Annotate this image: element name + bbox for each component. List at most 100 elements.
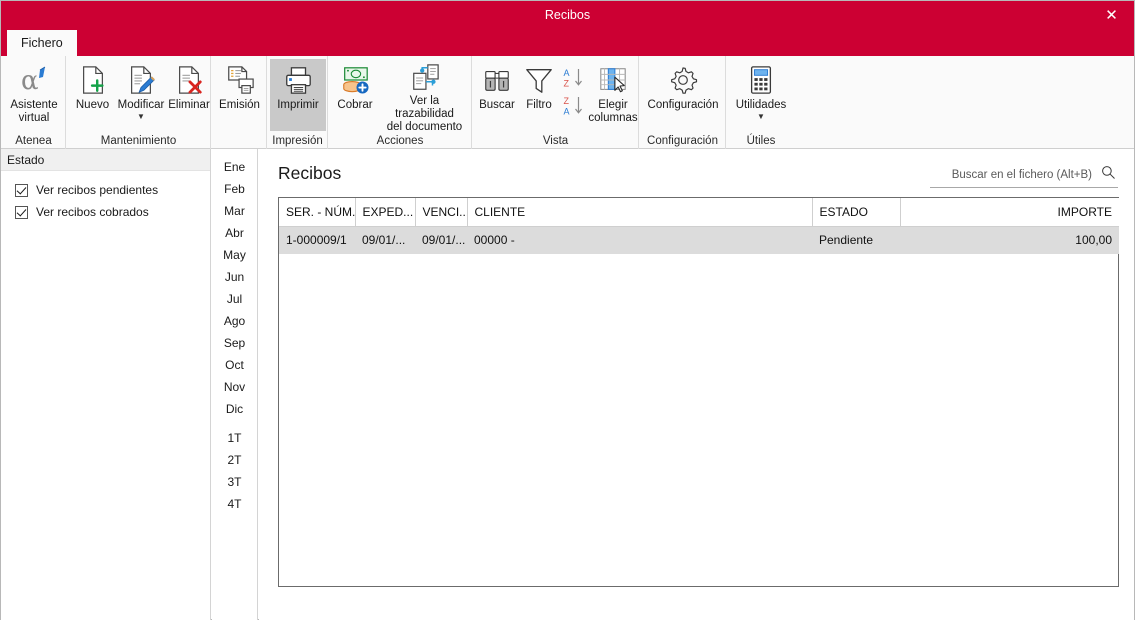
ribbon-button-label: Nuevo: [75, 99, 110, 111]
alpha-icon: α: [5, 63, 63, 97]
checkbox-icon[interactable]: [15, 183, 28, 197]
table-cell-vencimiento: 09/01/...: [422, 233, 466, 248]
month-item-ene[interactable]: Ene: [212, 156, 257, 178]
close-icon[interactable]: ✕: [1089, 1, 1134, 30]
month-item-feb[interactable]: Feb: [212, 178, 257, 200]
tab-fichero[interactable]: Fichero: [7, 30, 77, 56]
ribbon-button-label: Configuración: [647, 99, 719, 111]
ribbon-group-label: Mantenimiento: [100, 135, 177, 147]
ribbon-group-acciones: Cobrar Ver la trazabilidad del documento A…: [329, 56, 472, 149]
svg-text:Z: Z: [564, 96, 570, 106]
edit-document-icon: [115, 63, 167, 97]
month-item-sep[interactable]: Sep: [212, 332, 257, 354]
ribbon-tab-strip: Fichero: [1, 30, 1134, 56]
ribbon-button-label: Utilidades: [735, 99, 787, 111]
quarter-item-3t[interactable]: 3T: [212, 471, 257, 493]
binoculars-icon: [475, 63, 519, 97]
page-title: Recibos: [278, 163, 342, 183]
table-cell-cliente: 00000 -: [474, 233, 515, 248]
ribbon-button-ordenar-az[interactable]: AZ: [561, 62, 587, 90]
month-item-jun[interactable]: Jun: [212, 266, 257, 288]
table-column-header-cliente[interactable]: CLIENTE: [467, 198, 813, 227]
ribbon-button-filtro[interactable]: Filtro: [519, 59, 559, 131]
traceability-icon: [379, 63, 470, 93]
new-document-icon: [70, 63, 115, 97]
ribbon-group-label: Acciones: [376, 135, 424, 147]
table-column-header-importe[interactable]: IMPORTE: [900, 198, 1119, 227]
ribbon-button-imprimir[interactable]: Imprimir: [270, 59, 326, 131]
ribbon-button-emision[interactable]: Emisión: [214, 59, 265, 131]
printer-icon: [270, 63, 326, 97]
ribbon-button-label: Emisión: [219, 99, 260, 111]
ribbon-button-label: Asistente virtual: [10, 99, 58, 124]
ribbon-group-label: Configuración: [647, 135, 718, 147]
ribbon-button-nuevo[interactable]: Nuevo: [70, 59, 115, 131]
ribbon-button-label: Modificar: [117, 99, 165, 111]
chevron-down-icon[interactable]: ▼: [757, 113, 765, 121]
filter-panel-header: Estado: [1, 149, 210, 171]
ribbon-button-label: Filtro: [526, 99, 552, 111]
svg-text:α: α: [21, 66, 39, 96]
search-icon[interactable]: [1098, 165, 1118, 185]
title-bar: Recibos ✕: [1, 1, 1134, 30]
main-content: Recibos SER. - NÚM.EXPED...VENCI...CLIEN…: [259, 149, 1134, 620]
month-item-mar[interactable]: Mar: [212, 200, 257, 222]
table-cell-estado: Pendiente: [819, 233, 874, 248]
filter-checkbox-label: Ver recibos cobrados: [36, 205, 149, 219]
quarter-item-1t[interactable]: 1T: [212, 427, 257, 449]
svg-text:Z: Z: [564, 78, 570, 88]
ribbon-button-ordenar-za[interactable]: ZA: [561, 90, 587, 118]
svg-text:A: A: [564, 106, 570, 116]
chevron-down-icon[interactable]: ▼: [137, 113, 145, 121]
table-cell-importe: 100,00: [1075, 233, 1112, 248]
sort-az-icon: AZ: [561, 66, 587, 90]
month-item-dic[interactable]: Dic: [212, 398, 257, 420]
ribbon-group-impresion: Imprimir Impresión: [268, 56, 328, 149]
ribbon-button-modificar[interactable]: Modificar ▼: [115, 59, 167, 131]
filter-checkbox-list: Ver recibos pendientes Ver recibos cobrad…: [1, 179, 210, 223]
table-body: 1-000009/1 09/01/... 09/01/... 00000 - Pendi…: [279, 226, 1119, 254]
search-input[interactable]: [930, 168, 1098, 182]
filter-checkbox-label: Ver recibos pendientes: [36, 183, 159, 197]
filter-checkbox-0[interactable]: Ver recibos pendientes: [1, 179, 210, 201]
ribbon-group-utiles: Utilidades ▼ Útiles: [727, 56, 795, 149]
ribbon-button-eliminar[interactable]: Eliminar: [167, 59, 211, 131]
delete-document-icon: [167, 63, 211, 97]
filter-checkbox-1[interactable]: Ver recibos cobrados: [1, 201, 210, 223]
month-item-oct[interactable]: Oct: [212, 354, 257, 376]
quarter-item-2t[interactable]: 2T: [212, 449, 257, 471]
window-title: Recibos: [544, 8, 591, 22]
receipts-table: SER. - NÚM. EXPED... VENCI... CLIENTE ESTADO…: [279, 198, 1119, 254]
ribbon-button-configuracion[interactable]: Configuración: [642, 59, 724, 131]
table-column-header-estado[interactable]: ESTADO: [812, 198, 901, 227]
ribbon-button-buscar[interactable]: Buscar: [475, 59, 519, 131]
ribbon-group-atenea: α Asistente virtual Atenea: [2, 56, 66, 149]
checkbox-icon[interactable]: [15, 205, 28, 219]
quarter-item-4t[interactable]: 4T: [212, 493, 257, 515]
ribbon-button-utilidades[interactable]: Utilidades ▼: [729, 59, 793, 131]
ribbon-button-asistente-virtual[interactable]: α Asistente virtual: [5, 59, 63, 131]
ribbon-button-ver-trazabilidad[interactable]: Ver la trazabilidad del documento: [379, 59, 470, 133]
ribbon-group-label: Útiles: [746, 135, 776, 147]
choose-columns-icon: [589, 63, 637, 97]
month-item-nov[interactable]: Nov: [212, 376, 257, 398]
funnel-icon: [519, 63, 559, 97]
ribbon-button-elegir-columnas[interactable]: Elegir columnas: [588, 59, 638, 131]
month-item-may[interactable]: May: [212, 244, 257, 266]
table-row[interactable]: 1-000009/1 09/01/... 09/01/... 00000 - Pendi…: [279, 226, 1119, 254]
table-column-header-vencimiento[interactable]: VENCI...: [415, 198, 468, 227]
ribbon-toolbar: α Asistente virtual Atenea Nuevo Modificar ▼ E…: [1, 56, 1134, 149]
ribbon-group-label: Impresión: [272, 135, 323, 147]
emission-icon: [214, 63, 265, 97]
ribbon-button-cobrar[interactable]: Cobrar: [331, 59, 379, 131]
month-item-abr[interactable]: Abr: [212, 222, 257, 244]
table-header: SER. - NÚM. EXPED... VENCI... CLIENTE ESTADO…: [279, 198, 1119, 227]
ribbon-button-label: Ver la trazabilidad del documento: [386, 95, 463, 133]
ribbon-group-vista: Buscar Filtro A Z Z A Elegir columnas Vista: [473, 56, 639, 149]
ribbon-group-mantenimiento: Nuevo Modificar ▼ Eliminar Mantenimiento: [67, 56, 211, 149]
table-column-header-ser_num[interactable]: SER. - NÚM.: [279, 198, 356, 227]
month-item-ago[interactable]: Ago: [212, 310, 257, 332]
month-item-jul[interactable]: Jul: [212, 288, 257, 310]
table-cell-expedicion: 09/01/...: [362, 233, 406, 248]
table-column-header-expedicion[interactable]: EXPED...: [355, 198, 416, 227]
